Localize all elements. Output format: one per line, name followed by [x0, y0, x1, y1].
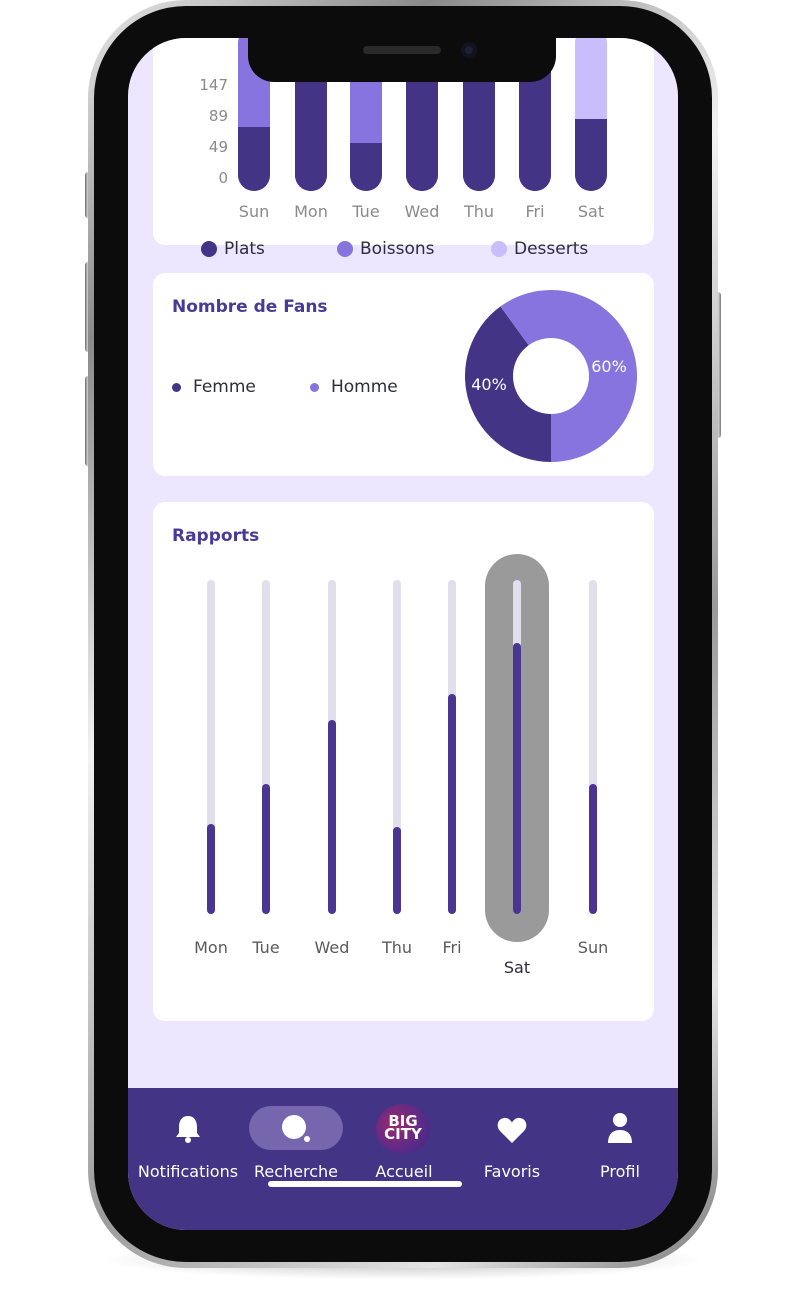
heart-icon	[497, 1117, 527, 1143]
legend-label: Plats	[224, 239, 265, 259]
rapports-card: Rapports Mon Tue Wed Thu Fri Sat Sun	[153, 502, 654, 1021]
nav-accueil[interactable]: BIG CITY Accueil	[349, 1104, 459, 1184]
legend-label: Desserts	[514, 239, 589, 259]
plats-dot-icon	[201, 241, 217, 257]
bar-segment-plats	[238, 127, 270, 191]
big-city-logo: BIG CITY	[376, 1104, 430, 1154]
legend-label: Homme	[331, 377, 398, 397]
y-tick-label: 89	[208, 107, 228, 125]
nav-label: Recherche	[253, 1162, 339, 1181]
bar-segment-plats	[350, 143, 382, 191]
legend-plats: Plats	[201, 239, 265, 259]
fans-donut-chart: 40% 60%	[465, 290, 637, 462]
x-tick-label: Thu	[463, 202, 495, 221]
bar-segment-plats	[295, 67, 327, 191]
x-tick-label: Mon	[294, 202, 328, 221]
stacked-bar-sat[interactable]	[575, 38, 607, 191]
rapport-day-label: Wed	[314, 938, 350, 957]
nav-label: Profil	[600, 1162, 640, 1181]
rapport-bar-thu[interactable]	[393, 580, 401, 914]
rapport-bar-fill	[448, 693, 456, 914]
rapport-day-label: Sun	[577, 938, 609, 957]
home-indicator[interactable]	[268, 1181, 462, 1187]
donut-label-homme: 60%	[591, 357, 627, 376]
rapport-bar-fill	[262, 783, 270, 914]
rapport-day-label: Fri	[442, 938, 462, 957]
rapport-bar-fill	[207, 823, 215, 914]
legend-label: Boissons	[360, 239, 435, 259]
femme-dot-icon	[172, 382, 181, 392]
phone-frame: 147 89 49 0 Sun Mon Tue Wed Thu Fri Sat Plats Boi…	[88, 0, 718, 1268]
y-tick-label: 49	[208, 138, 228, 156]
rapports-title: Rapports	[172, 526, 260, 546]
x-tick-label: Sun	[238, 202, 270, 221]
bar-segment-plats	[463, 67, 495, 191]
legend-desserts: Desserts	[491, 239, 588, 259]
nav-label: Favoris	[483, 1162, 541, 1181]
bar-segment-plats	[575, 119, 607, 191]
rapport-bar-fill	[589, 783, 597, 914]
x-tick-label: Tue	[352, 202, 380, 221]
nav-notifications[interactable]: Notifications	[133, 1104, 243, 1184]
bar-segment-plats	[519, 67, 551, 191]
homme-dot-icon	[310, 382, 319, 392]
rapport-bar-fri[interactable]	[448, 580, 456, 914]
rapport-bar-tue[interactable]	[262, 580, 270, 914]
rapport-bar-fill	[393, 827, 401, 914]
rapport-bar-sun[interactable]	[589, 580, 597, 914]
legend-boissons: Boissons	[337, 239, 435, 259]
rapport-bar-wed[interactable]	[328, 580, 336, 914]
front-camera	[461, 42, 477, 58]
notch	[248, 38, 556, 82]
speaker-grille	[363, 46, 441, 54]
screen: 147 89 49 0 Sun Mon Tue Wed Thu Fri Sat Plats Boi…	[128, 38, 678, 1230]
rapport-bar-fill	[328, 720, 336, 914]
x-tick-label: Fri	[525, 202, 545, 221]
x-tick-label: Sat	[577, 202, 605, 221]
nav-profil[interactable]: Profil	[565, 1104, 675, 1184]
rapport-bar-fill	[513, 643, 521, 914]
bottom-navigation: Notifications Recherche BIG CITY Accueil	[128, 1088, 678, 1230]
bar-segment-plats	[406, 67, 438, 191]
rapport-bar-mon[interactable]	[207, 580, 215, 914]
nav-favoris[interactable]: Favoris	[457, 1104, 567, 1184]
x-tick-label: Wed	[404, 202, 440, 221]
y-tick-label: 147	[199, 76, 228, 94]
rapport-day-label: Sat	[503, 958, 531, 977]
y-tick-label: 0	[218, 169, 228, 187]
bell-icon	[176, 1116, 200, 1143]
legend-label: Femme	[193, 377, 256, 397]
fans-title: Nombre de Fans	[172, 297, 328, 317]
donut-label-femme: 40%	[471, 375, 507, 394]
nav-label: Accueil	[375, 1162, 433, 1181]
fans-card: Nombre de Fans Femme Homme 40% 60%	[153, 273, 654, 476]
logo-text-city: CITY	[384, 1125, 422, 1143]
rapport-bar-sat[interactable]	[513, 580, 521, 914]
rapport-day-label: Tue	[252, 938, 280, 957]
search-icon	[282, 1115, 310, 1142]
rapport-day-label: Thu	[381, 938, 413, 957]
desserts-dot-icon	[491, 241, 507, 257]
nav-recherche[interactable]: Recherche	[241, 1104, 351, 1184]
legend-femme: Femme	[172, 377, 256, 397]
nav-label: Notifications	[137, 1162, 239, 1181]
boissons-dot-icon	[337, 241, 353, 257]
rapport-day-label: Mon	[194, 938, 228, 957]
user-icon	[608, 1113, 632, 1143]
legend-homme: Homme	[310, 377, 398, 397]
